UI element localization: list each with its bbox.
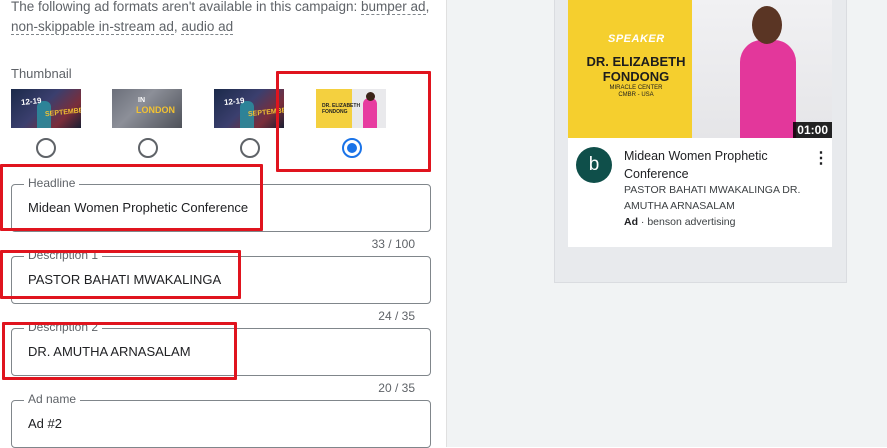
description-1-label: Description 1: [24, 248, 103, 262]
thumbnail-option-3[interactable]: 12-19 SEPTEMBER: [214, 89, 284, 128]
ad-preview-title[interactable]: Midean Women Prophetic Conference: [624, 147, 804, 183]
more-vert-icon[interactable]: ⋮: [813, 150, 829, 168]
headline-field[interactable]: Headline Midean Women Prophetic Conferen…: [11, 176, 431, 232]
description-2-char-counter: 20 / 35: [378, 381, 415, 395]
headline-label: Headline: [24, 176, 80, 190]
speaker-head: [752, 6, 782, 44]
ad-badge: Ad: [624, 216, 638, 228]
thumbnail-person: [363, 98, 377, 128]
headline-value[interactable]: Midean Women Prophetic Conference: [28, 200, 248, 215]
headline-char-counter: 33 / 100: [371, 237, 415, 251]
unavailable-formats-notice: The following ad formats aren't availabl…: [11, 0, 430, 35]
description-1-char-counter: 24 / 35: [378, 309, 415, 323]
description-2-label: Description 2: [24, 320, 103, 334]
thumbnail-label: Thumbnail: [11, 66, 72, 81]
thumbnail-radio-2[interactable]: [138, 138, 158, 158]
ad-name-field[interactable]: Ad name Ad #2: [11, 392, 431, 448]
speaker-caption: SPEAKER: [608, 33, 665, 45]
ad-editor-panel: The following ad formats aren't availabl…: [0, 0, 446, 448]
thumbnail-caption: LONDON: [136, 105, 175, 115]
thumbnail-caption: IN: [138, 97, 145, 104]
format-link-audio[interactable]: audio ad: [181, 19, 234, 35]
notice-prefix: The following ad formats aren't availabl…: [11, 0, 362, 14]
video-thumbnail[interactable]: SPEAKER DR. ELIZABETH FONDONG MIRACLE CEN…: [568, 0, 832, 138]
thumbnail-radio-3[interactable]: [240, 138, 260, 158]
format-link-bumper[interactable]: bumper ad: [361, 0, 426, 15]
meta-separator: ·: [638, 216, 648, 228]
ad-name-value[interactable]: Ad #2: [28, 416, 62, 431]
thumbnail-option-1[interactable]: 12-19 SEPTEMBER: [11, 89, 81, 128]
ad-name-label: Ad name: [24, 392, 81, 406]
thumbnail-caption: DR. ELIZABETH FONDONG: [322, 103, 361, 115]
thumbnail-option-4[interactable]: DR. ELIZABETH FONDONG: [316, 89, 386, 128]
speaker-figure: [740, 40, 796, 138]
ad-preview-meta: Ad · benson advertising: [624, 216, 736, 228]
description-1-value[interactable]: PASTOR BAHATI MWAKALINGA: [28, 272, 221, 287]
thumbnail-option-2[interactable]: IN LONDON: [112, 89, 182, 128]
speaker-venue: MIRACLE CENTER CMBR - USA: [609, 85, 663, 98]
advertiser-name: benson advertising: [647, 216, 736, 228]
ad-preview-description: PASTOR BAHATI MWAKALINGA DR. AMUTHA ARNA…: [624, 184, 801, 212]
video-duration-badge: 01:00: [793, 122, 832, 138]
speaker-name: DR. ELIZABETH FONDONG: [586, 54, 686, 84]
thumbnail-radio-1[interactable]: [36, 138, 56, 158]
channel-avatar[interactable]: b: [576, 147, 612, 183]
format-link-non-skippable[interactable]: non-skippable in-stream ad: [11, 19, 174, 35]
description-2-field[interactable]: Description 2 DR. AMUTHA ARNASALAM: [11, 320, 431, 376]
thumbnail-radio-4[interactable]: [342, 138, 362, 158]
description-1-field[interactable]: Description 1 PASTOR BAHATI MWAKALINGA: [11, 248, 431, 304]
thumbnail-person-head: [366, 92, 375, 101]
description-2-value[interactable]: DR. AMUTHA ARNASALAM: [28, 344, 191, 359]
